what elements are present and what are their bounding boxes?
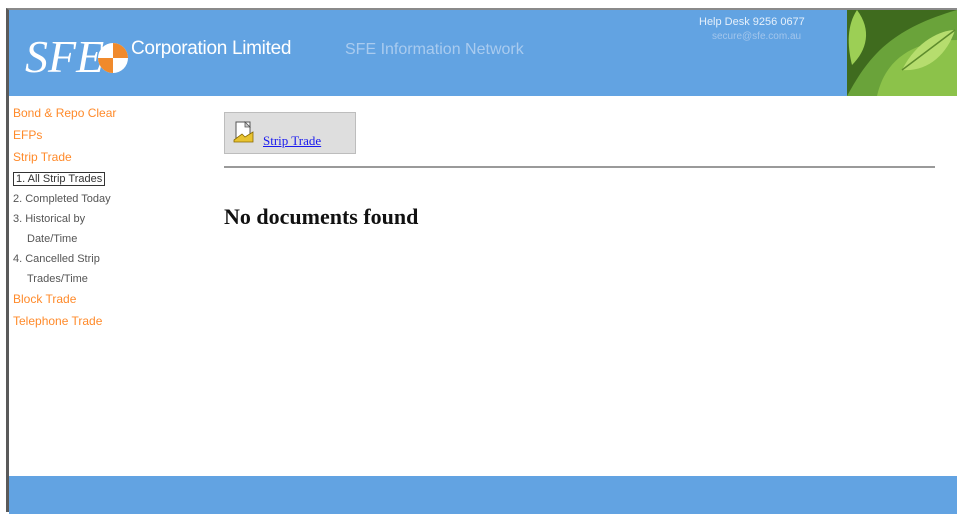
nav-all-strip-trades[interactable]: 1. All Strip Trades (13, 172, 209, 186)
leaf-image (847, 10, 957, 96)
document-icon (233, 121, 254, 143)
nav-cancelled-strip[interactable]: 4. Cancelled Strip (13, 252, 209, 266)
empty-state-message: No documents found (224, 204, 419, 229)
help-desk-email[interactable]: secure@sfe.com.au (712, 31, 801, 42)
svg-text:SFE: SFE (25, 31, 104, 82)
nav-completed-today[interactable]: 2. Completed Today (13, 192, 209, 206)
nav-efps[interactable]: EFPs (13, 128, 209, 142)
help-desk-phone: Help Desk 9256 0677 (699, 16, 805, 28)
site-header: SFE Corporation Limited SFE Information … (9, 10, 957, 96)
nav-bond-repo-clear[interactable]: Bond & Repo Clear (13, 106, 209, 120)
browser-frame: SFE Corporation Limited SFE Information … (6, 8, 957, 514)
tab-strip-trade[interactable]: Strip Trade (224, 112, 356, 154)
nav-all-strip-trades-label: 1. All Strip Trades (13, 172, 106, 186)
sfe-logo: SFE (25, 31, 128, 82)
strip-trade-link[interactable]: Strip Trade (263, 133, 321, 149)
company-name: Corporation Limited (131, 38, 292, 59)
network-name: SFE Information Network (345, 41, 524, 58)
nav-telephone-trade[interactable]: Telephone Trade (13, 314, 209, 328)
nav-historical-datetime[interactable]: Date/Time (27, 232, 209, 246)
nav-strip-trade[interactable]: Strip Trade (13, 150, 209, 164)
nav-block-trade[interactable]: Block Trade (13, 292, 209, 306)
nav-historical-by[interactable]: 3. Historical by (13, 212, 209, 226)
site-footer (9, 476, 957, 514)
divider (224, 166, 935, 168)
nav-cancelled-tradestime[interactable]: Trades/Time (27, 272, 209, 286)
sidebar-nav: Bond & Repo Clear EFPs Strip Trade 1. Al… (9, 106, 209, 336)
